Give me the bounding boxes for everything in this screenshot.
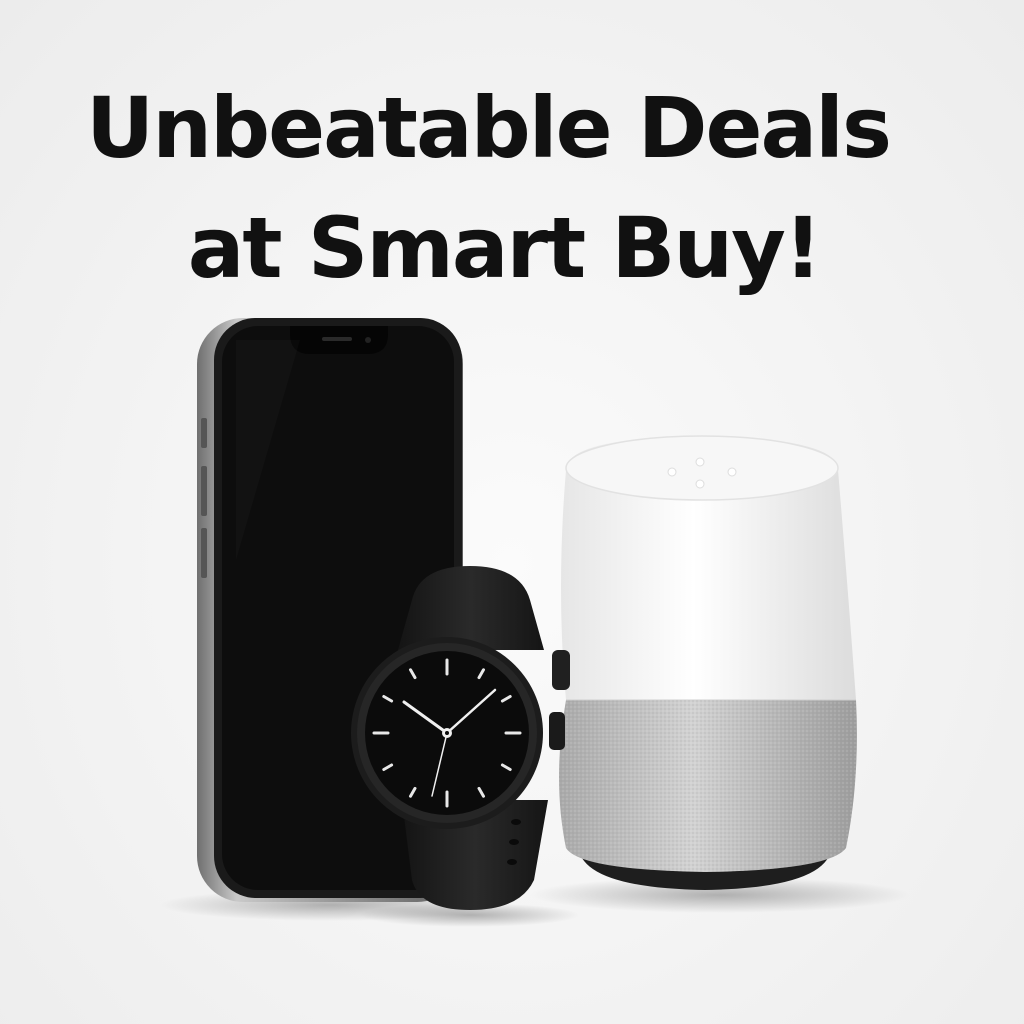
- product-group: [160, 318, 910, 927]
- smart-speaker-icon: [559, 435, 857, 890]
- ad-banner: Unbeatable Deals at Smart Buy!: [0, 0, 1024, 1024]
